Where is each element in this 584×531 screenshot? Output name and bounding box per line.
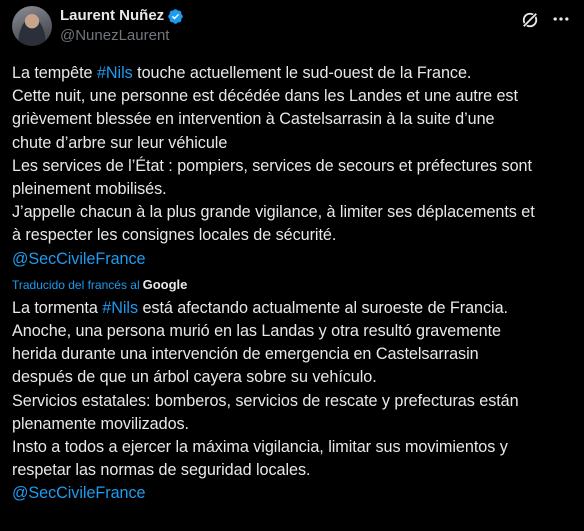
text-line: pleinement mobilisés. [12, 180, 167, 199]
tweet-card: Laurent Nuñez @NunezLaurent La tempête #… [0, 0, 584, 531]
translation-attribution[interactable]: Traducido del francés al Google [12, 274, 574, 296]
translation-label: Traducido del francés al [12, 277, 140, 292]
more-options-button[interactable] [550, 8, 572, 30]
text-line: Cette nuit, une personne est décédée dan… [12, 87, 518, 106]
text-line: después de que un árbol cayera sobre su … [12, 368, 377, 387]
text-line: La tormenta #Nils está afectando actualm… [12, 298, 509, 317]
hashtag-link[interactable]: #Nils [97, 64, 133, 82]
text-line: Servicios estatales: bomberos, servicios… [12, 391, 519, 410]
text-line: Anoche, una persona murió en las Landas … [12, 322, 501, 341]
text-line: J’appelle chacun à la plus grande vigila… [12, 203, 535, 222]
mention-link[interactable]: @SecCivileFrance [12, 482, 574, 505]
google-logo-icon: Google [142, 277, 188, 293]
mention-link[interactable]: @SecCivileFrance [12, 248, 574, 271]
text-line: Insto a todos a ejercer la máxima vigila… [12, 438, 508, 457]
avatar[interactable] [12, 6, 52, 46]
text-line: herida durante una intervención de emerg… [12, 345, 479, 364]
text-line: grièvement blessée en intervention à Cas… [12, 110, 495, 129]
tweet-header: Laurent Nuñez @NunezLaurent [12, 6, 574, 54]
text-line: chute d’arbre sur leur véhicule [12, 133, 228, 152]
text-line: à respecter les consignes locales de séc… [12, 226, 337, 245]
more-horizontal-icon [553, 17, 569, 21]
verified-badge-icon [168, 8, 183, 24]
text-line: respetar las normas de seguridad locales… [12, 461, 311, 480]
author-display-name[interactable]: Laurent Nuñez [60, 6, 164, 26]
tweet-text-original: La tempête #Nils touche actuellement le … [12, 62, 574, 271]
name-row: Laurent Nuñez [60, 6, 184, 26]
text-line: plenamente movilizados. [12, 414, 190, 433]
hashtag-link[interactable]: #Nils [102, 299, 138, 317]
grok-icon[interactable] [520, 10, 540, 30]
author-names: Laurent Nuñez @NunezLaurent [60, 6, 184, 46]
text-line: La tempête #Nils touche actuellement le … [12, 64, 472, 82]
tweet-text-translation: La tormenta #Nils está afectando actualm… [12, 297, 574, 506]
text-line: Les services de l’État : pompiers, servi… [12, 156, 532, 175]
author-handle[interactable]: @NunezLaurent [60, 26, 184, 46]
